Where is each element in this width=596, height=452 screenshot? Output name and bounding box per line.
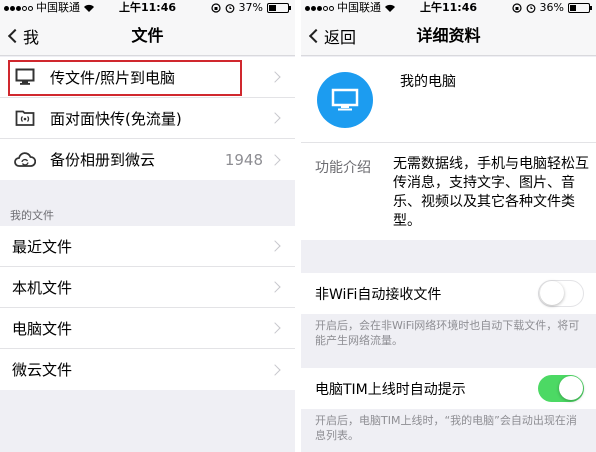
toggle-hint: 开启后，会在非WiFi网络环境时也自动下载文件，将可能产生网络流量。 bbox=[315, 319, 580, 347]
list-item-face-to-face[interactable]: 面对面快传(免流量) bbox=[0, 98, 295, 139]
chevron-right-icon bbox=[269, 240, 281, 252]
face-to-face-icon bbox=[14, 108, 36, 128]
toggle-knob bbox=[540, 281, 564, 305]
chevron-right-icon bbox=[269, 71, 281, 83]
chevron-right-icon bbox=[269, 281, 281, 293]
toggle-knob bbox=[559, 376, 583, 400]
toggle-row-online-notify: 电脑TIM上线时自动提示 bbox=[301, 368, 596, 409]
files-screen: 中国联通 上午11:46 37% 我 文件 传文件/照片到电脑 面对面快传(免流… bbox=[0, 0, 295, 452]
alarm-icon bbox=[526, 4, 535, 13]
list-item-local-files[interactable]: 本机文件 bbox=[0, 267, 295, 308]
profile-card: 我的电脑 bbox=[301, 57, 596, 142]
toggle-label: 非WiFi自动接收文件 bbox=[315, 286, 442, 303]
status-bar: 中国联通 上午11:46 36% bbox=[301, 0, 596, 16]
page-title: 详细资料 bbox=[416, 26, 481, 45]
battery-icon bbox=[568, 3, 592, 13]
list-item-label: 电脑文件 bbox=[12, 319, 73, 338]
photo-count: 1948 bbox=[224, 150, 263, 169]
list-item-backup-album[interactable]: 备份相册到微云 1948 bbox=[0, 139, 295, 180]
description-section: 功能介绍 无需数据线，手机与电脑轻松互传消息，支持文字、图片、音乐、视频以及其它… bbox=[301, 142, 596, 240]
avatar bbox=[317, 72, 373, 128]
list-item-label: 备份相册到微云 bbox=[50, 151, 156, 169]
chevron-right-icon bbox=[269, 153, 281, 166]
details-screen: 中国联通 上午11:46 36% 返回 详细资料 我的电脑 功能介绍 无需数据线… bbox=[301, 0, 596, 452]
toggle-row-auto-receive: 非WiFi自动接收文件 bbox=[301, 273, 596, 314]
transfer-group: 传文件/照片到电脑 面对面快传(免流量) 备份相册到微云 1948 bbox=[0, 57, 295, 180]
list-item-label: 微云文件 bbox=[12, 361, 73, 379]
chevron-right-icon bbox=[269, 112, 281, 124]
lock-rotation-icon bbox=[210, 3, 221, 13]
battery-icon bbox=[267, 3, 291, 13]
description-label: 功能介绍 bbox=[315, 160, 371, 176]
chevron-right-icon bbox=[269, 322, 281, 334]
list-item-label: 传文件/照片到电脑 bbox=[50, 68, 176, 87]
list-item-label: 最近文件 bbox=[12, 237, 73, 256]
monitor-icon bbox=[14, 67, 36, 87]
monitor-icon bbox=[331, 88, 359, 111]
description-text: 无需数据线，手机与电脑轻松互传消息，支持文字、图片、音乐、视频以及其它各种文件类… bbox=[393, 156, 589, 229]
nav-bar: 返回 详细资料 bbox=[301, 16, 596, 56]
list-item-label: 面对面快传(免流量) bbox=[50, 109, 182, 128]
battery-percent: 36% bbox=[539, 1, 564, 14]
lock-rotation-icon bbox=[511, 3, 522, 13]
list-item-label: 本机文件 bbox=[12, 278, 73, 297]
page-title: 文件 bbox=[131, 26, 164, 45]
list-item-weiyun-files[interactable]: 微云文件 bbox=[0, 349, 295, 390]
my-files-group: 最近文件 本机文件 电脑文件 微云文件 bbox=[0, 226, 295, 390]
nav-bar: 我 文件 bbox=[0, 16, 295, 56]
alarm-icon bbox=[225, 4, 234, 13]
toggle-hint: 开启后，电脑TIM上线时，“我的电脑”会自动出现在消息列表。 bbox=[315, 414, 577, 442]
toggle-label: 电脑TIM上线时自动提示 bbox=[315, 381, 466, 398]
list-item-recent-files[interactable]: 最近文件 bbox=[0, 226, 295, 267]
chevron-right-icon bbox=[269, 363, 281, 376]
cloud-sync-icon bbox=[14, 150, 36, 170]
section-title: 我的文件 bbox=[10, 209, 54, 222]
battery-percent: 37% bbox=[238, 1, 263, 14]
list-item-send-to-pc[interactable]: 传文件/照片到电脑 bbox=[0, 57, 295, 98]
online-notify-toggle[interactable] bbox=[538, 375, 584, 402]
list-item-computer-files[interactable]: 电脑文件 bbox=[0, 308, 295, 349]
status-bar: 中国联通 上午11:46 37% bbox=[0, 0, 295, 16]
auto-receive-toggle[interactable] bbox=[538, 280, 584, 307]
profile-name: 我的电脑 bbox=[400, 74, 456, 90]
